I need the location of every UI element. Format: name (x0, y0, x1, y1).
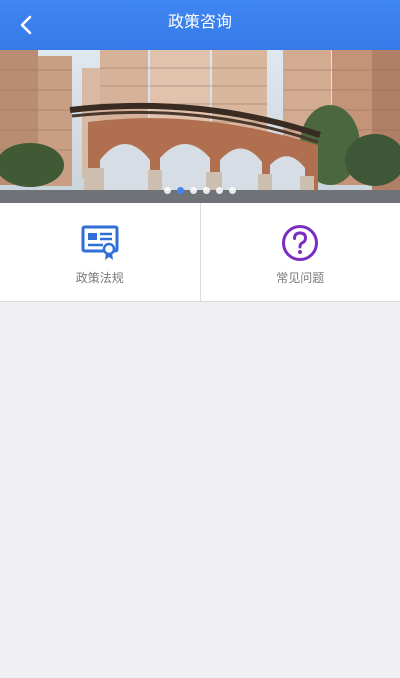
banner-image (0, 50, 400, 203)
menu-item-faq[interactable]: 常见问题 (199, 203, 400, 301)
app-header: 政策咨询 (0, 0, 400, 50)
banner-carousel[interactable] (0, 50, 400, 203)
feature-menu: 政策法规 常见问题 (0, 203, 400, 302)
carousel-dot-active[interactable] (177, 187, 184, 194)
carousel-indicators (0, 187, 400, 194)
carousel-dot[interactable] (216, 187, 223, 194)
page-title: 政策咨询 (167, 12, 232, 31)
menu-item-label: 常见问题 (276, 271, 325, 285)
carousel-dot[interactable] (164, 187, 171, 194)
question-circle-icon (282, 225, 319, 261)
carousel-dot[interactable] (203, 187, 210, 194)
menu-item-label: 政策法规 (75, 271, 124, 285)
carousel-dot[interactable] (190, 187, 197, 194)
carousel-dot[interactable] (229, 187, 236, 194)
menu-item-policy-regulations[interactable]: 政策法规 (0, 203, 200, 301)
certificate-document-icon (81, 225, 119, 260)
